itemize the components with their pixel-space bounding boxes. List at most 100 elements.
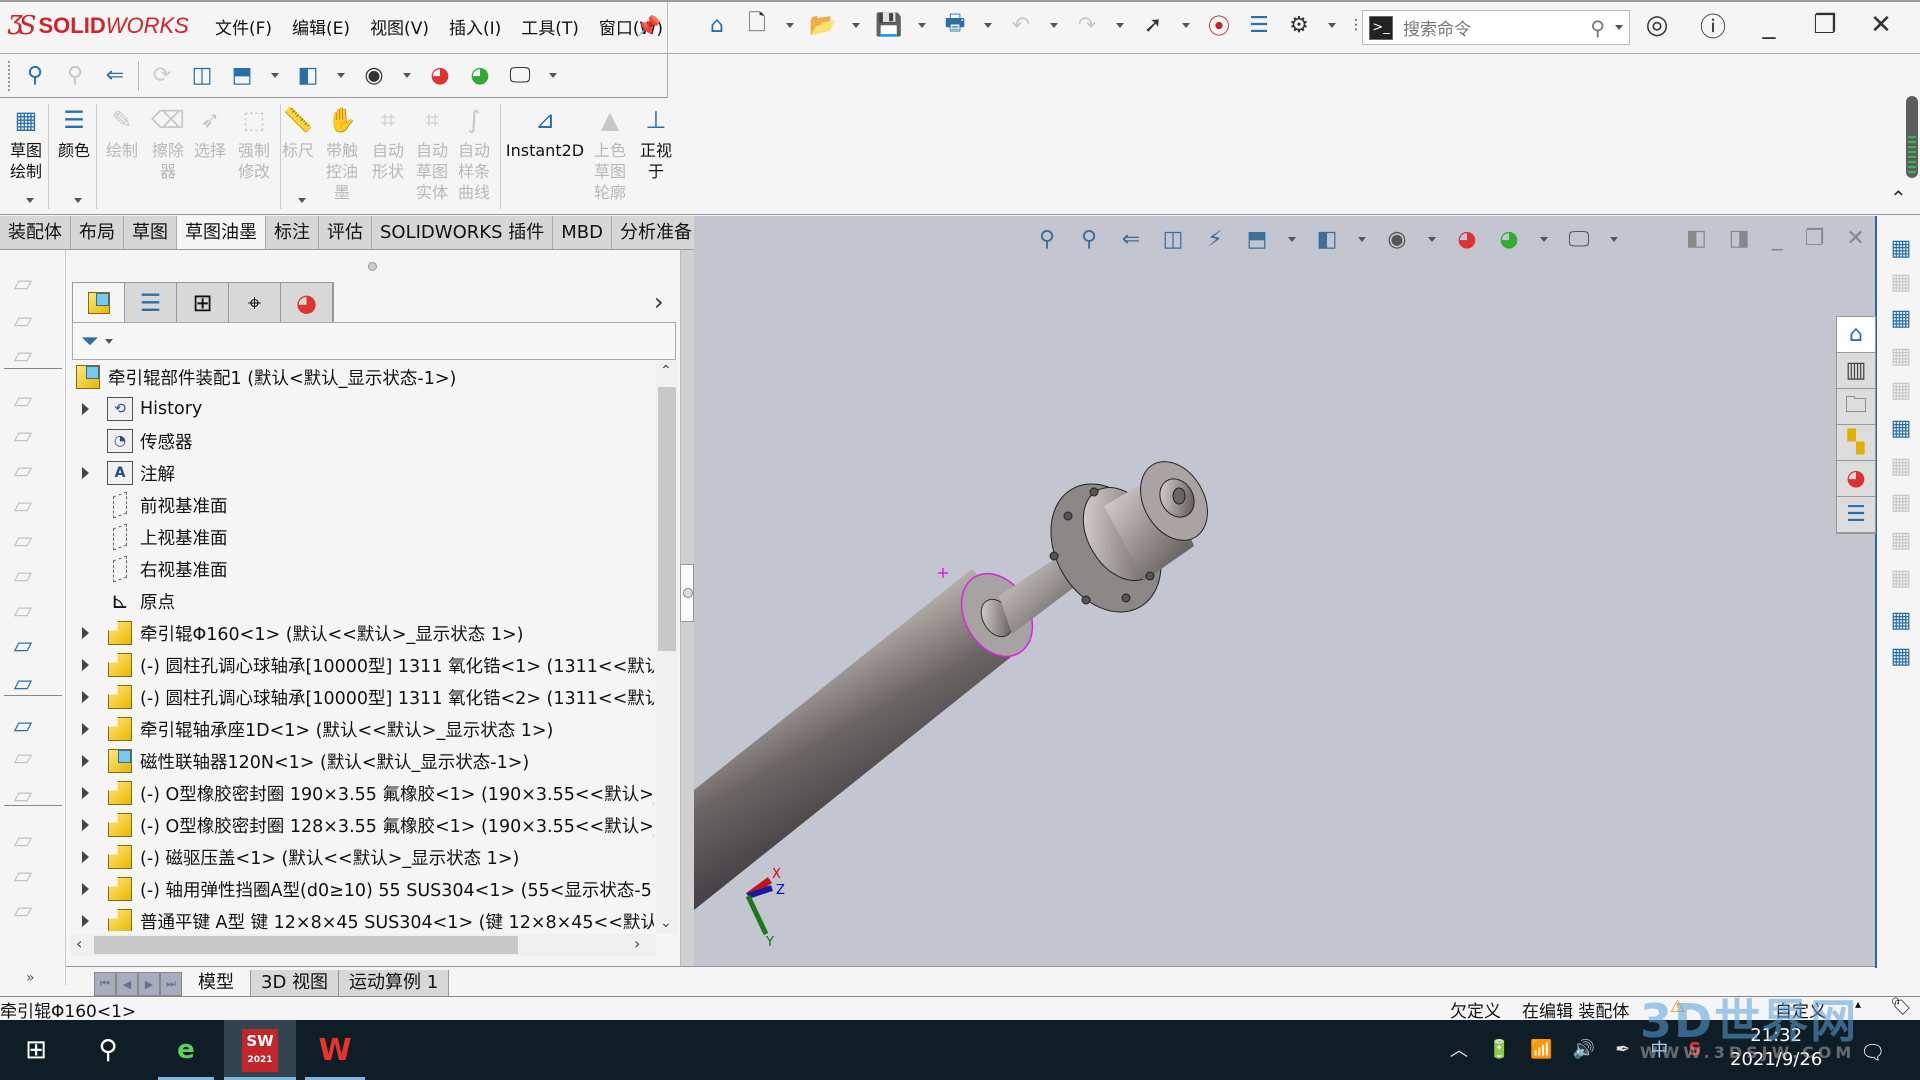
notification-center-icon[interactable]: 🗨 [1860,1040,1885,1064]
command-tab-3[interactable]: 草图油墨 [177,216,266,249]
display-style-dropdown[interactable] [1358,236,1366,242]
edit-appearance-icon[interactable]: ◕ [1450,222,1484,256]
tree-horizontal-scrollbar[interactable]: ‹ › [70,934,656,956]
start-button[interactable]: ⊞ [8,1020,64,1080]
custom-properties-tab[interactable]: ☰ [1837,497,1875,533]
weld-table-icon[interactable]: ▦ [1887,342,1915,370]
volume-icon[interactable]: 🔊 [1573,1039,1595,1060]
undo-icon[interactable]: ↶ [1004,8,1038,42]
tree-item[interactable]: 牵引辊Φ160<1> (默认<<默认>_显示状态 1>) [70,617,654,649]
expand-toolbar-chevron-icon[interactable]: » [26,970,35,986]
hide-show-items-icon[interactable]: ◉ [357,59,391,93]
display-manager-tab[interactable]: ◕ [281,283,333,323]
select-icon[interactable]: ➚ [1136,8,1170,42]
magnetic-coupling[interactable] [1029,450,1221,632]
tree-item[interactable]: ◔ 传感器 [70,425,654,457]
open-dropdown[interactable] [852,22,860,28]
tree-item[interactable]: 普通平键 A型 键 12×8×45 SUS304<1> (键 12×8×45<<… [70,905,654,931]
command-tab-5[interactable]: 评估 [319,216,372,249]
hide-show-dropdown[interactable] [1428,236,1436,242]
rip-icon[interactable]: ▱ [8,895,38,925]
tree-item[interactable]: A 注解 [70,457,654,489]
ribbon-button-3[interactable]: ⌫ 擦除 器 [146,104,190,182]
menu-view[interactable]: 视图(V) [370,14,429,39]
tree-item[interactable]: 磁性联轴器120N<1> (默认<默认_显示状态-1>) [70,745,654,777]
previous-view-icon[interactable]: ⇐ [1114,222,1148,256]
ribbon-dropdown-6[interactable] [298,198,306,203]
expand-arrow-icon[interactable] [82,627,89,639]
cross-break-icon[interactable]: ▱ [8,560,38,590]
edit-appearance-icon[interactable]: ◕ [423,59,457,93]
next-tab-icon[interactable]: ▶ [138,972,160,996]
revision-table-icon[interactable]: ▦ [1887,376,1915,404]
tab-3d-views[interactable]: 3D 视图 [251,970,340,996]
command-tab-8[interactable]: 分析准备 [611,216,701,249]
bend-table-icon[interactable]: ▦ [1887,488,1915,516]
tree-item[interactable]: 前视基准面 [70,489,654,521]
ribbon-button-7[interactable]: ✋ 带触 控油 墨 [320,104,364,203]
apply-scene-icon[interactable]: ◕ [463,59,497,93]
battery-icon[interactable]: 🔋 [1488,1039,1510,1060]
expand-arrow-icon[interactable] [82,403,89,415]
scroll-up-icon[interactable]: ⌃ [660,363,672,379]
scroll-down-icon[interactable]: ⌄ [660,915,672,931]
print-icon[interactable]: 🖶 [938,8,972,42]
solidworks-resources-tab[interactable]: ⌂ [1837,317,1875,353]
show-hidden-icons-icon[interactable]: ︿ [1450,1036,1468,1062]
fold-icon[interactable]: ▱ [8,825,38,855]
hole-table-icon[interactable]: ▦ [1887,268,1915,296]
options-dropdown[interactable] [1328,22,1336,28]
gauge-table-icon[interactable]: ▦ [1887,564,1915,592]
ribbon-button-1[interactable]: ☰ 颜色 [52,104,96,161]
tab-motion-study[interactable]: 运动算例 1 [339,970,450,996]
property-manager-tab[interactable]: ☰ [125,283,177,323]
taskbar-solidworks[interactable]: SW 2021 [224,1020,296,1080]
command-tab-0[interactable]: 装配体 [0,216,71,249]
dynamic-annotation-icon[interactable]: ⟳ [145,59,179,93]
tree-item[interactable]: (-) 轴用弹性挡圈A型(d0≥10) 55 SUS304<1> (55<显示状… [70,873,654,905]
collapse-ribbon-icon[interactable]: ⌃ [1890,186,1907,210]
lofted-bend-icon[interactable]: ▱ [8,340,38,370]
view-settings-dropdown[interactable] [1610,236,1618,242]
weldment-cut-list-icon[interactable]: ▦ [1887,526,1915,554]
file-explorer-tab[interactable]: 🗀 [1837,389,1875,425]
tree-item[interactable]: 牵引辊轴承座1D<1> (默认<<默认>_显示状态 1>) [70,713,654,745]
tree-item[interactable]: 牵引辊部件装配1 (默认<默认_显示状态-1>) [70,361,654,393]
expand-arrow-icon[interactable] [82,691,89,703]
print-dropdown[interactable] [984,22,992,28]
tile-left-icon[interactable]: ◧ [1686,226,1707,251]
tree-filter[interactable]: ⏷ [72,322,676,360]
expand-arrow-icon[interactable] [82,787,89,799]
dimxpert-manager-tab[interactable]: ⌖ [229,283,281,323]
ribbon-button-5[interactable]: ⬚ 强制 修改 [232,104,276,182]
table-icon[interactable]: ▦ [1887,234,1915,262]
extruded-cut-icon[interactable]: ▱ [8,668,38,698]
tolerance-table-icon[interactable]: ▦ [1887,642,1915,670]
punch-table-icon[interactable]: ▦ [1887,452,1915,480]
view-orientation-dropdown[interactable] [271,73,279,78]
scroll-thumb[interactable] [94,936,518,954]
previous-view-icon[interactable]: ⇐ [98,59,132,93]
tree-item[interactable]: 右视基准面 [70,553,654,585]
hem-icon[interactable]: ▱ [8,455,38,485]
miter-flange-icon[interactable]: ▱ [8,420,38,450]
menu-tools[interactable]: 工具(T) [521,14,579,39]
ribbon-button-10[interactable]: ∫ 自动 样条 曲线 [452,104,496,203]
featuremanager-tree-tab[interactable] [73,283,125,323]
taskbar-wps[interactable]: W [305,1020,365,1080]
apply-scene-icon[interactable]: ◕ [1492,222,1526,256]
ribbon-button-13[interactable]: ⊥ 正视 于 [634,104,678,182]
pin-menu-icon[interactable]: 📌 [636,14,661,38]
open-icon[interactable]: 📂 [806,8,840,42]
configuration-manager-tab[interactable]: ⊞ [177,283,229,323]
new-dropdown[interactable] [786,22,794,28]
command-tab-4[interactable]: 标注 [266,216,319,249]
wifi-icon[interactable]: 📶 [1530,1039,1552,1060]
minimize-icon[interactable]: _ [1752,8,1786,42]
save-dropdown[interactable] [918,22,926,28]
corner-icon[interactable]: ▱ [8,595,38,625]
expand-arrow-icon[interactable] [82,851,89,863]
ribbon-dropdown-0[interactable] [26,198,34,203]
restore-icon[interactable]: ❐ [1808,8,1842,42]
view-palette-tab[interactable]: ▚ [1837,425,1875,461]
